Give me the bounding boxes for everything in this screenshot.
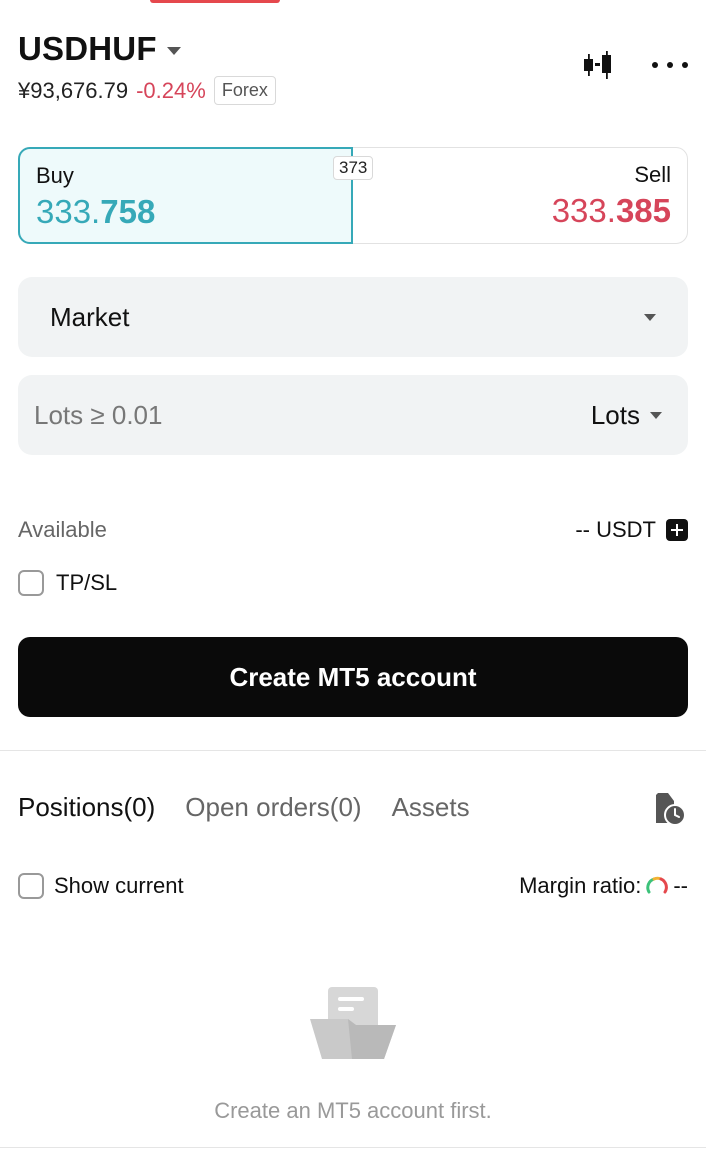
buy-label: Buy xyxy=(36,163,74,188)
header: USDHUF ¥93,676.79 -0.24% Forex xyxy=(18,30,688,110)
header-actions xyxy=(582,48,688,82)
buy-price: 333.758 xyxy=(36,193,335,231)
sell-price-main: 385 xyxy=(615,192,671,229)
available-balance: -- USDT xyxy=(575,517,688,543)
order-type-value: Market xyxy=(50,301,130,332)
sell-price-prefix: 333. xyxy=(551,192,616,229)
available-value: -- USDT xyxy=(575,517,656,542)
buy-button[interactable]: Buy 333.758 xyxy=(18,147,353,244)
buy-price-main: 758 xyxy=(100,193,156,230)
symbol-title: USDHUF xyxy=(18,30,157,67)
lots-input[interactable] xyxy=(34,399,591,431)
tab-positions[interactable]: Positions(0) xyxy=(18,792,155,823)
tab-open-orders[interactable]: Open orders(0) xyxy=(185,792,361,823)
margin-ratio-label: Margin ratio: xyxy=(519,873,642,898)
create-mt5-account-button[interactable]: Create MT5 account xyxy=(18,637,688,717)
margin-ratio: Margin ratio: -- xyxy=(519,873,688,899)
lots-unit-select[interactable]: Lots xyxy=(591,400,672,431)
empty-state-text: Create an MT5 account first. xyxy=(214,1098,492,1123)
spread-badge: 373 xyxy=(333,156,374,180)
price-change: -0.24% xyxy=(136,77,206,103)
market-badge: Forex xyxy=(213,76,276,105)
filter-row: Show current Margin ratio: -- xyxy=(18,873,688,899)
sell-button[interactable]: Sell 333.385 xyxy=(353,148,687,243)
empty-folder-icon xyxy=(310,987,396,1059)
more-icon[interactable] xyxy=(652,60,688,70)
bottom-divider xyxy=(0,1147,706,1148)
trade-screen: USDHUF ¥93,676.79 -0.24% Forex Buy 333.7… xyxy=(0,0,706,1156)
margin-ratio-value: -- xyxy=(673,873,688,898)
price-cny: ¥93,676.79 xyxy=(18,77,129,103)
tpsl-toggle[interactable]: TP/SL xyxy=(18,570,117,596)
lots-unit-label: Lots xyxy=(590,399,640,430)
buy-sell-panel: Buy 333.758 Sell 333.385 373 xyxy=(18,147,688,244)
top-indicator xyxy=(150,0,280,3)
chevron-down-icon xyxy=(166,47,181,55)
show-current-label: Show current xyxy=(54,873,184,898)
available-row: Available -- USDT xyxy=(18,517,688,543)
history-icon[interactable] xyxy=(652,789,686,827)
candlestick-icon[interactable] xyxy=(582,48,616,82)
tab-assets[interactable]: Assets xyxy=(392,792,470,823)
show-current-toggle[interactable]: Show current xyxy=(18,873,184,899)
sell-label: Sell xyxy=(634,162,671,187)
available-label: Available xyxy=(18,517,107,542)
sell-price: 333.385 xyxy=(369,192,671,230)
order-type-select[interactable]: Market xyxy=(18,277,688,357)
dropdown-caret-icon xyxy=(650,411,662,419)
tpsl-label: TP/SL xyxy=(56,570,118,595)
lots-field: Lots xyxy=(18,375,688,455)
divider xyxy=(0,750,706,751)
tpsl-checkbox[interactable] xyxy=(18,570,44,596)
gauge-icon xyxy=(646,876,669,894)
show-current-checkbox[interactable] xyxy=(18,873,44,899)
tabs: Positions(0) Open orders(0) Assets xyxy=(18,792,470,823)
dropdown-caret-icon xyxy=(644,313,656,321)
buy-price-prefix: 333. xyxy=(36,193,101,230)
plus-icon[interactable] xyxy=(666,519,688,541)
